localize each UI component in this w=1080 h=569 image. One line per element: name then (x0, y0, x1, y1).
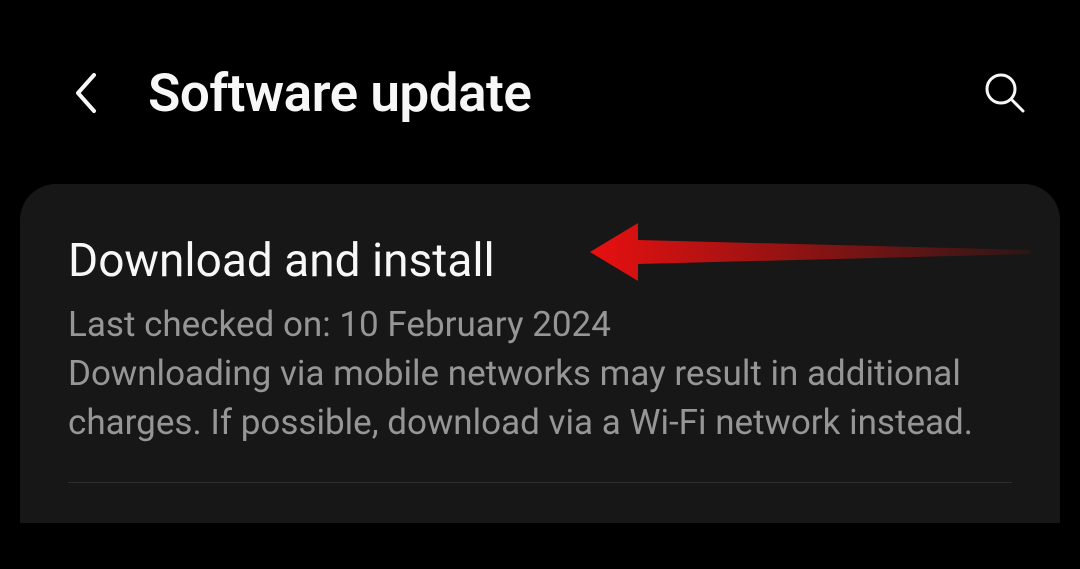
last-checked-text: Last checked on: 10 February 2024 (68, 304, 611, 345)
card-description: Downloading via mobile networks may resu… (68, 353, 973, 443)
download-install-card[interactable]: Download and install Last checked on: 10… (20, 184, 1060, 523)
page-title: Software update (148, 62, 980, 124)
divider (68, 482, 1012, 483)
search-button[interactable] (980, 68, 1030, 118)
card-subtitle: Last checked on: 10 February 2024 Downlo… (68, 300, 1012, 447)
search-icon (984, 72, 1026, 114)
chevron-left-icon (72, 71, 98, 115)
back-button[interactable] (60, 68, 110, 118)
header: Software update (0, 0, 1080, 164)
card-title: Download and install (68, 234, 1012, 288)
